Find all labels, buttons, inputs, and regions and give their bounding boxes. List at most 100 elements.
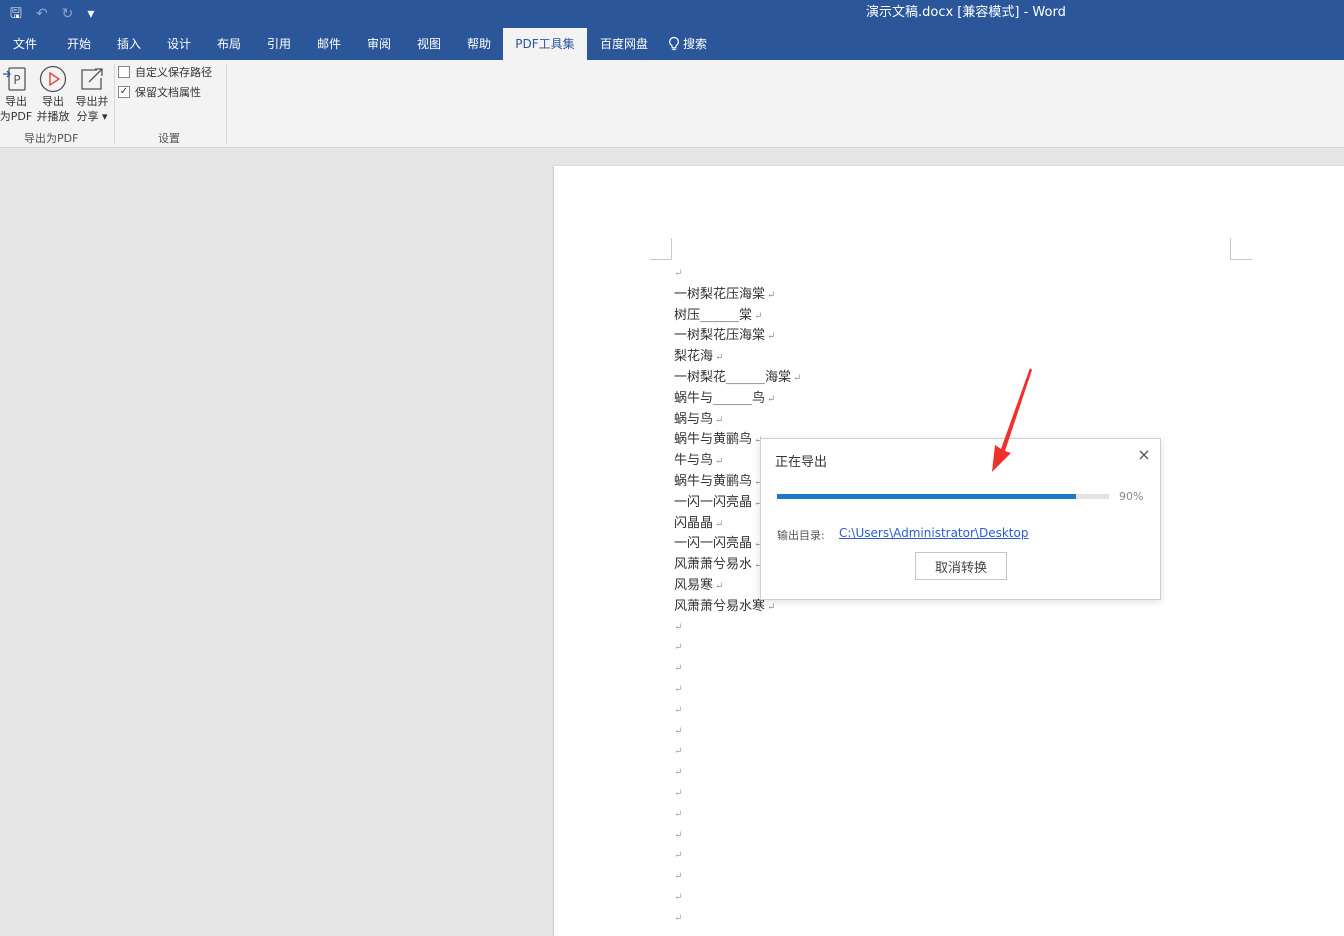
paragraph-mark: ↵ [793, 372, 802, 384]
keep-document-properties-checkbox[interactable]: ✓ 保留文档属性 [118, 84, 201, 100]
progress-bar [777, 494, 1109, 499]
search-tab-label: 搜索 [683, 37, 708, 51]
line-text: 风萧萧兮易水寒 [674, 598, 766, 614]
annotation-arrow-icon [992, 368, 1032, 472]
empty-paragraph: ↵ [674, 871, 683, 883]
line-text: 蜗牛与黄鹂鸟 [674, 473, 753, 489]
document-line: 一树梨花压海棠 ↵ [674, 326, 801, 347]
export-and-share-button[interactable]: 导出并 分享 ▾ [73, 64, 111, 124]
cancel-conversion-button[interactable]: 取消转换 [915, 552, 1007, 580]
empty-paragraph: ↵ [674, 829, 683, 841]
paragraph-mark: ↵ [715, 456, 724, 468]
export-pdf-label-2: 为PDF [0, 110, 33, 123]
redo-icon[interactable]: ↻ [62, 4, 74, 24]
svg-text:P: P [13, 73, 20, 87]
export-share-label-1: 导出并 [75, 95, 109, 108]
empty-paragraph: ↵ [674, 787, 683, 799]
paragraph-mark: ↵ [767, 393, 776, 405]
keep-document-properties-label: 保留文档属性 [135, 86, 201, 99]
empty-paragraph: ↵ [674, 767, 683, 779]
close-icon[interactable]: × [1136, 445, 1152, 464]
output-directory-link[interactable]: C:\Users\Administrator\Desktop [839, 526, 1028, 540]
line-text: 一闪一闪亮晶 [674, 536, 753, 552]
tab-mailings[interactable]: 邮件 [304, 28, 354, 60]
line-text: 一树梨花压海棠 [674, 328, 766, 344]
dialog-title: 正在导出 [775, 455, 828, 470]
save-icon[interactable]: 🖫 [10, 4, 22, 24]
document-line: 蜗牛与______鸟 ↵ [674, 389, 801, 410]
line-text: 蜗与鸟 [674, 411, 714, 427]
tab-layout[interactable]: 布局 [204, 28, 254, 60]
paragraph-mark: ↵ [715, 414, 724, 426]
empty-paragraph: ↵ [674, 912, 683, 924]
progress-bar-fill [777, 494, 1076, 499]
paragraph-mark: ↵ [754, 310, 763, 322]
tab-pdf-tools[interactable]: PDF工具集 [503, 28, 587, 60]
export-pdf-icon: P [3, 67, 26, 91]
group-separator [114, 64, 115, 144]
line-text: 蜗牛与黄鹂鸟 [674, 432, 753, 448]
line-text: 风易寒 [674, 577, 714, 593]
export-progress-dialog: 正在导出 × 90% 输出目录: C:\Users\Administrator\… [760, 438, 1161, 600]
group-separator [226, 64, 227, 144]
export-pdf-button[interactable]: P 导出 为PDF [0, 64, 35, 124]
custom-save-path-checkbox[interactable]: 自定义保存路径 [118, 64, 212, 80]
group-label-settings: 设置 [158, 132, 180, 145]
paragraph-mark: ↵ [767, 289, 776, 301]
document-line: 一树梨花______海棠 ↵ [674, 368, 801, 389]
paragraph-mark: ↵ [715, 580, 724, 592]
empty-paragraph: ↵ [674, 725, 683, 737]
ribbon-tab-bar: 文件 开始 插入 设计 布局 引用 邮件 审阅 视图 帮助 PDF工具集 百度网… [0, 28, 1344, 60]
line-text: 一树梨花______海棠 [674, 369, 792, 385]
lightbulb-icon [669, 36, 679, 51]
empty-paragraph: ↵ [674, 621, 683, 633]
export-share-label-2: 分享 ▾ [76, 110, 108, 123]
window-title: 演示文稿.docx [兼容模式] - Word [866, 5, 1066, 20]
ribbon-panel: P 导出 为PDF 导出 并播放 导出并 分享 ▾ 导出为PDF 自定义保存路径… [0, 60, 1344, 148]
line-text: 风萧萧兮易水 [674, 557, 753, 573]
document-line: 树压______棠 ↵ [674, 306, 801, 327]
empty-paragraph: ↵ [674, 850, 683, 862]
margin-corner-mark [1230, 238, 1252, 260]
title-bar: 🖫 ↶ ↻ ▾ 演示文稿.docx [兼容模式] - Word [0, 0, 1344, 28]
custom-save-path-label: 自定义保存路径 [135, 66, 212, 79]
empty-paragraph: ↵ [674, 683, 683, 695]
empty-paragraph: ↵ [674, 268, 683, 279]
line-text: 梨花海 [674, 349, 714, 365]
checkmark-icon: ✓ [118, 86, 130, 98]
line-text: 蜗牛与______鸟 [674, 390, 766, 406]
document-line: 梨花海 ↵ [674, 347, 801, 368]
tab-baidu-netdisk[interactable]: 百度网盘 [592, 28, 656, 60]
tab-home[interactable]: 开始 [54, 28, 104, 60]
tab-file[interactable]: 文件 [0, 28, 50, 60]
output-directory-label: 输出目录: [777, 529, 825, 542]
tab-view[interactable]: 视图 [404, 28, 454, 60]
tab-insert[interactable]: 插入 [104, 28, 154, 60]
line-text: 牛与鸟 [674, 453, 714, 469]
tab-references[interactable]: 引用 [254, 28, 304, 60]
line-text: 一树梨花压海棠 [674, 286, 766, 302]
line-text: 一闪一闪亮晶 [674, 494, 753, 510]
line-text: 树压______棠 [674, 307, 753, 323]
export-and-play-button[interactable]: 导出 并播放 [34, 64, 72, 124]
tab-review[interactable]: 审阅 [354, 28, 404, 60]
share-icon [81, 68, 103, 90]
customize-qat-icon[interactable]: ▾ [87, 4, 94, 24]
empty-paragraph: ↵ [674, 704, 683, 716]
export-play-label-1: 导出 [42, 95, 64, 108]
tab-help[interactable]: 帮助 [454, 28, 504, 60]
group-label-export: 导出为PDF [24, 132, 79, 145]
tab-design[interactable]: 设计 [154, 28, 204, 60]
undo-icon[interactable]: ↶ [36, 4, 48, 24]
paragraph-mark: ↵ [767, 601, 776, 613]
quick-access-toolbar: 🖫 ↶ ↻ ▾ [10, 4, 94, 24]
document-line: 蜗与鸟 ↵ [674, 410, 801, 431]
margin-corner-mark [650, 238, 672, 260]
paragraph-mark: ↵ [767, 331, 776, 343]
play-icon [39, 65, 67, 93]
empty-paragraph: ↵ [674, 891, 683, 903]
empty-paragraph: ↵ [674, 746, 683, 758]
tab-search[interactable]: 搜索 [668, 28, 707, 60]
paragraph-mark: ↵ [715, 352, 724, 364]
checkbox-box [118, 66, 130, 78]
